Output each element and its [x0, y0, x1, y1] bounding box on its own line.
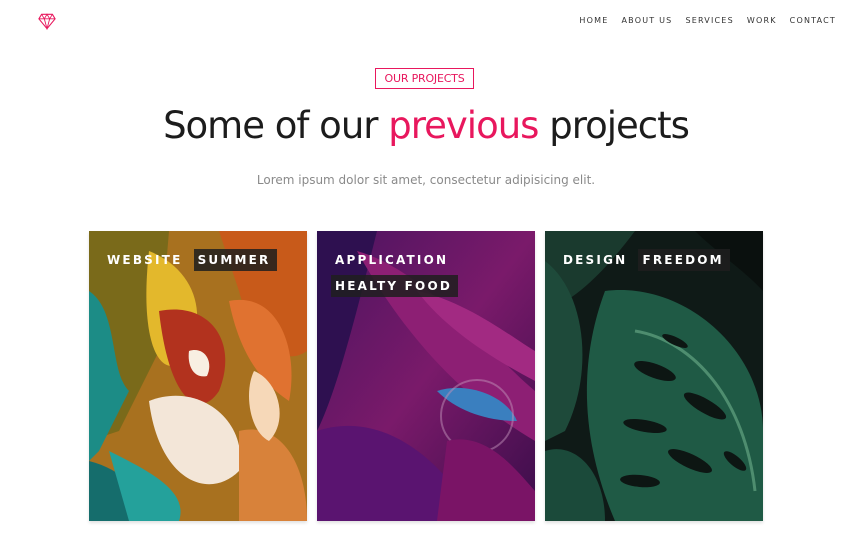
nav-about-us[interactable]: ABOUT US: [622, 16, 673, 25]
title-accent: previous: [388, 104, 539, 147]
project-category: DESIGN: [563, 253, 628, 267]
project-tags: APPLICATION HEALTY FOOD: [331, 249, 525, 301]
project-card-summer[interactable]: WEBSITE SUMMER: [89, 231, 307, 521]
title-end: projects: [538, 104, 690, 147]
project-category: WEBSITE: [107, 253, 183, 267]
project-tags: DESIGN FREEDOM: [559, 249, 753, 275]
project-name: SUMMER: [193, 249, 277, 271]
project-card-freedom[interactable]: DESIGN FREEDOM: [545, 231, 763, 521]
main-nav: HOME ABOUT US SERVICES WORK CONTACT: [566, 16, 836, 25]
nav-services[interactable]: SERVICES: [685, 16, 733, 25]
page: HOME ABOUT US SERVICES WORK CONTACT OUR …: [0, 0, 852, 537]
project-card-healty-food[interactable]: APPLICATION HEALTY FOOD: [317, 231, 535, 521]
project-category: APPLICATION: [335, 253, 449, 267]
section-title: Some of our previous projects: [0, 104, 852, 147]
nav-contact[interactable]: CONTACT: [790, 16, 836, 25]
section-subtitle: Lorem ipsum dolor sit amet, consectetur …: [256, 173, 596, 187]
nav-work[interactable]: WORK: [747, 16, 777, 25]
project-name: HEALTY FOOD: [331, 275, 459, 297]
project-name: FREEDOM: [638, 249, 730, 271]
project-tags: WEBSITE SUMMER: [103, 249, 297, 275]
nav-home[interactable]: HOME: [579, 16, 608, 25]
diamond-icon[interactable]: [38, 13, 56, 30]
section-badge: OUR PROJECTS: [375, 68, 474, 89]
title-start: Some of our: [163, 104, 389, 147]
